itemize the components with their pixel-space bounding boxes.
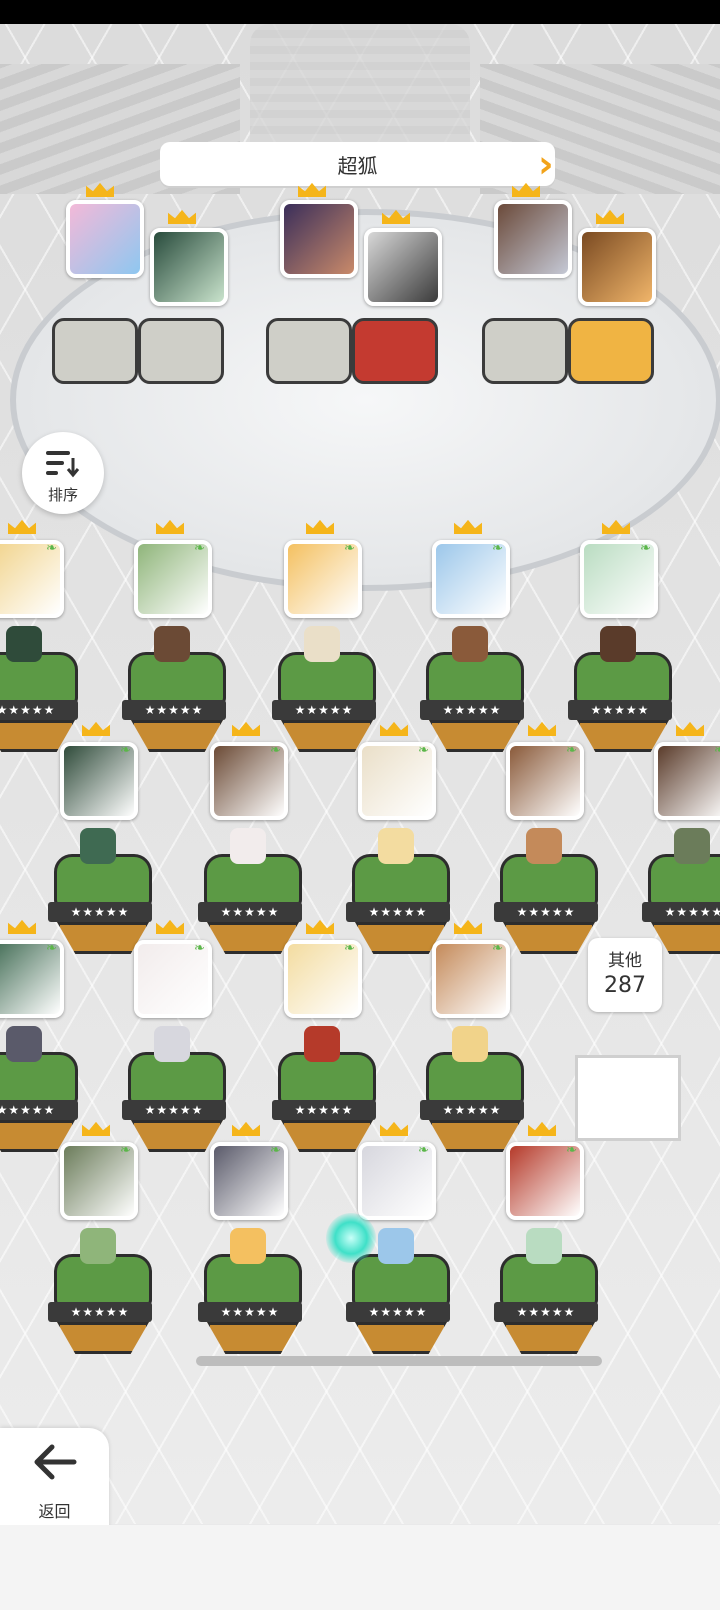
team-title: 超狐 [337,153,378,178]
character-sprite [526,1228,562,1264]
character-portrait[interactable] [280,200,358,278]
character-sprite [378,828,414,864]
rating-stars: ★★★★★ [0,1100,78,1120]
sort-label: 排序 [47,486,78,504]
character-sprite [80,1228,116,1264]
rating-stars: ★★★★★ [272,1100,376,1120]
character-portrait[interactable] [494,200,572,278]
chevron-right-icon[interactable]: › [538,145,560,184]
character-portrait[interactable] [364,228,442,306]
arrow-left-icon [34,1444,77,1480]
character-sprite [378,1228,414,1264]
character-sprite [452,1026,488,1062]
character-portrait[interactable] [66,200,144,278]
element-leaf-icon: ❧ [194,541,205,556]
empty-pedestal[interactable] [575,1055,681,1141]
rating-stars: ★★★★★ [642,902,720,922]
rating-stars: ★★★★★ [420,700,524,720]
rating-stars: ★★★★★ [494,902,598,922]
rating-stars: ★★★★★ [122,700,226,720]
character-portrait[interactable] [654,742,720,820]
rating-stars: ★★★★★ [0,700,78,720]
element-leaf-icon: ❧ [194,941,205,956]
rating-stars: ★★★★★ [346,902,450,922]
sort-descending-icon [46,451,80,478]
lineup-pedestal [482,318,568,384]
element-leaf-icon: ❧ [270,1143,281,1158]
character-portrait[interactable] [150,228,228,306]
other-characters-button[interactable]: 其他 287 [588,938,662,1012]
rating-stars: ★★★★★ [122,1100,226,1120]
rating-stars: ★★★★★ [494,1302,598,1322]
character-sprite [600,626,636,662]
element-leaf-icon: ❧ [566,743,577,758]
character-sprite [452,626,488,662]
element-leaf-icon: ❧ [418,1143,429,1158]
rating-stars: ★★★★★ [198,1302,302,1322]
rating-stars: ★★★★★ [346,1302,450,1322]
character-sprite [230,828,266,864]
element-leaf-icon: ❧ [418,743,429,758]
element-leaf-icon: ❧ [344,541,355,556]
lineup-pedestal [266,318,352,384]
element-leaf-icon: ❧ [492,541,503,556]
back-button[interactable]: 返回 [0,1428,109,1528]
character-portrait[interactable] [578,228,656,306]
rating-stars: ★★★★★ [48,1302,152,1322]
character-sprite [6,626,42,662]
character-sprite [6,1026,42,1062]
character-sprite [526,828,562,864]
horizontal-scrollbar[interactable] [196,1356,602,1366]
element-leaf-icon: ❧ [46,941,57,956]
lineup-pedestal [352,318,438,384]
team-title-banner[interactable]: 超狐 [160,142,555,186]
character-sprite [674,828,710,864]
character-sprite [230,1228,266,1264]
character-sprite [304,626,340,662]
character-sprite [154,626,190,662]
rating-stars: ★★★★★ [272,700,376,720]
lineup-pedestal [138,318,224,384]
character-sprite [304,1026,340,1062]
status-bar [0,0,720,24]
rating-stars: ★★★★★ [568,700,672,720]
element-leaf-icon: ❧ [714,743,720,758]
system-nav-bar [0,1525,720,1610]
rating-stars: ★★★★★ [48,902,152,922]
element-leaf-icon: ❧ [120,743,131,758]
element-leaf-icon: ❧ [566,1143,577,1158]
element-leaf-icon: ❧ [270,743,281,758]
element-leaf-icon: ❧ [120,1143,131,1158]
element-leaf-icon: ❧ [492,941,503,956]
element-leaf-icon: ❧ [344,941,355,956]
element-leaf-icon: ❧ [640,541,651,556]
rating-stars: ★★★★★ [198,902,302,922]
touch-indicator [326,1213,376,1263]
element-leaf-icon: ❧ [46,541,57,556]
other-count: 287 [604,973,646,998]
rating-stars: ★★★★★ [420,1100,524,1120]
character-sprite [80,828,116,864]
back-label: 返回 [38,1502,71,1521]
lineup-pedestal [568,318,654,384]
lineup-pedestal [52,318,138,384]
character-sprite [154,1026,190,1062]
sort-button[interactable]: 排序 [22,432,104,514]
other-label: 其他 [608,951,642,971]
